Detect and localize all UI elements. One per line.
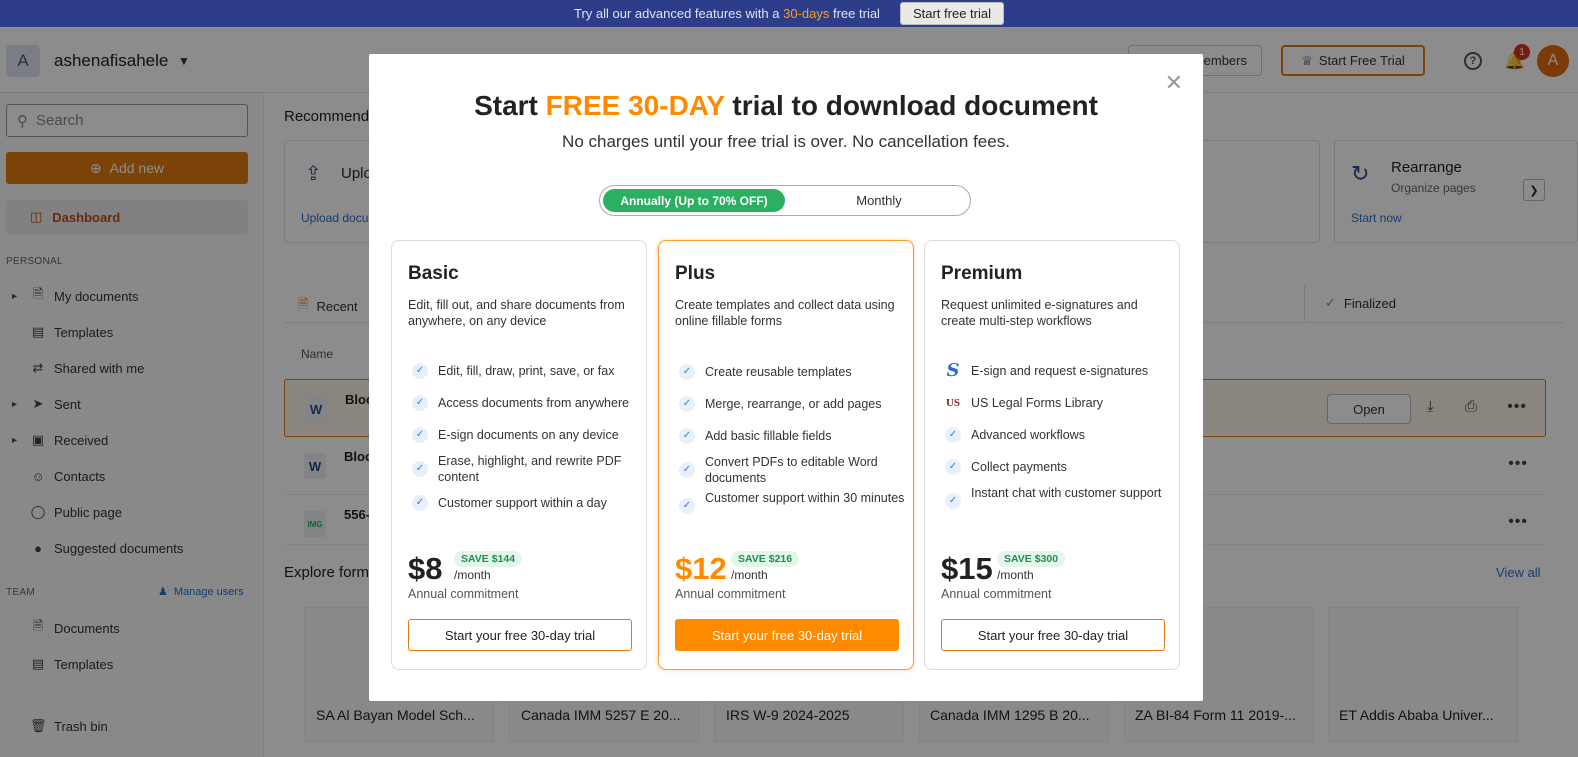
- check-icon: ✓: [679, 396, 695, 412]
- plan-price: $8: [408, 551, 443, 586]
- feature-item: ✓ Create reusable templates: [679, 364, 907, 380]
- toggle-monthly[interactable]: Monthly: [790, 189, 968, 212]
- plan-card-plus: Plus Create templates and collect data u…: [658, 240, 914, 670]
- banner-text: Try all our advanced features with a 30-…: [574, 6, 880, 21]
- save-badge: SAVE $216: [731, 551, 800, 567]
- commitment-label: Annual commitment: [941, 587, 1052, 601]
- plan-card-premium: Premium Request unlimited e-signatures a…: [924, 240, 1180, 670]
- check-icon: ✓: [412, 427, 428, 443]
- check-icon: ✓: [412, 495, 428, 511]
- price-period: /month: [731, 568, 768, 582]
- feature-item: S E-sign and request e-signatures: [946, 360, 1149, 381]
- feature-item: ✓ Access documents from anywhere: [412, 395, 640, 411]
- banner-start-trial-button[interactable]: Start free trial: [899, 2, 1004, 25]
- us-legal-forms-icon: US: [945, 397, 961, 409]
- check-icon: ✓: [679, 364, 695, 380]
- feature-item: ✓ Merge, rearrange, or add pages: [679, 396, 907, 412]
- feature-item: ✓ Customer support within 30 minutes: [679, 490, 907, 514]
- plan-card-basic: Basic Edit, fill out, and share document…: [391, 240, 647, 670]
- feature-item: ✓ Erase, highlight, and rewrite PDF conte…: [412, 453, 640, 485]
- feature-item: ✓ Convert PDFs to editable Word documents: [679, 454, 907, 486]
- save-badge: SAVE $300: [997, 551, 1066, 567]
- check-icon: ✓: [679, 428, 695, 444]
- check-icon: ✓: [679, 498, 695, 514]
- signature-icon: S: [946, 360, 960, 381]
- trial-banner: Try all our advanced features with a 30-…: [0, 0, 1578, 27]
- save-badge: SAVE $144: [454, 551, 523, 567]
- start-trial-premium-button[interactable]: Start your free 30-day trial: [941, 619, 1165, 651]
- modal-subtitle: No charges until your free trial is over…: [562, 132, 1010, 151]
- plan-price: $15: [941, 551, 993, 586]
- feature-item: ✓ Instant chat with customer support: [945, 485, 1173, 509]
- plan-price: $12: [675, 551, 727, 586]
- check-icon: ✓: [412, 395, 428, 411]
- check-icon: ✓: [945, 493, 961, 509]
- billing-toggle[interactable]: Annually (Up to 70% OFF) Monthly: [599, 185, 971, 216]
- check-icon: ✓: [679, 462, 695, 478]
- toggle-annually[interactable]: Annually (Up to 70% OFF): [603, 189, 785, 212]
- commitment-label: Annual commitment: [675, 587, 786, 601]
- price-period: /month: [997, 568, 1034, 582]
- plan-name: Plus: [675, 263, 716, 284]
- modal-title: Start FREE 30-DAY trial to download docu…: [474, 90, 1098, 121]
- feature-item: ✓ Customer support within a day: [412, 495, 640, 511]
- plan-name: Basic: [408, 263, 459, 284]
- feature-item: ✓ Collect payments: [945, 459, 1173, 475]
- start-trial-plus-button[interactable]: Start your free 30-day trial: [675, 619, 899, 651]
- check-icon: ✓: [412, 461, 428, 477]
- price-period: /month: [454, 568, 491, 582]
- plan-description: Edit, fill out, and share documents from…: [408, 298, 625, 328]
- feature-item: ✓ Advanced workflows: [945, 427, 1173, 443]
- plan-description: Create templates and collect data using …: [675, 298, 895, 328]
- check-icon: ✓: [412, 363, 428, 379]
- plan-name: Premium: [941, 263, 1023, 284]
- feature-item: ✓ E-sign documents on any device: [412, 427, 640, 443]
- feature-item: US US Legal Forms Library: [945, 396, 1103, 410]
- check-icon: ✓: [945, 459, 961, 475]
- commitment-label: Annual commitment: [408, 587, 519, 601]
- start-trial-basic-button[interactable]: Start your free 30-day trial: [408, 619, 632, 651]
- feature-item: ✓ Edit, fill, draw, print, save, or fax: [412, 363, 640, 379]
- check-icon: ✓: [945, 427, 961, 443]
- pricing-modal: ✕ Start FREE 30-DAY trial to download do…: [369, 54, 1203, 701]
- plan-description: Request unlimited e-signatures and creat…: [941, 298, 1138, 328]
- feature-item: ✓ Add basic fillable fields: [679, 428, 907, 444]
